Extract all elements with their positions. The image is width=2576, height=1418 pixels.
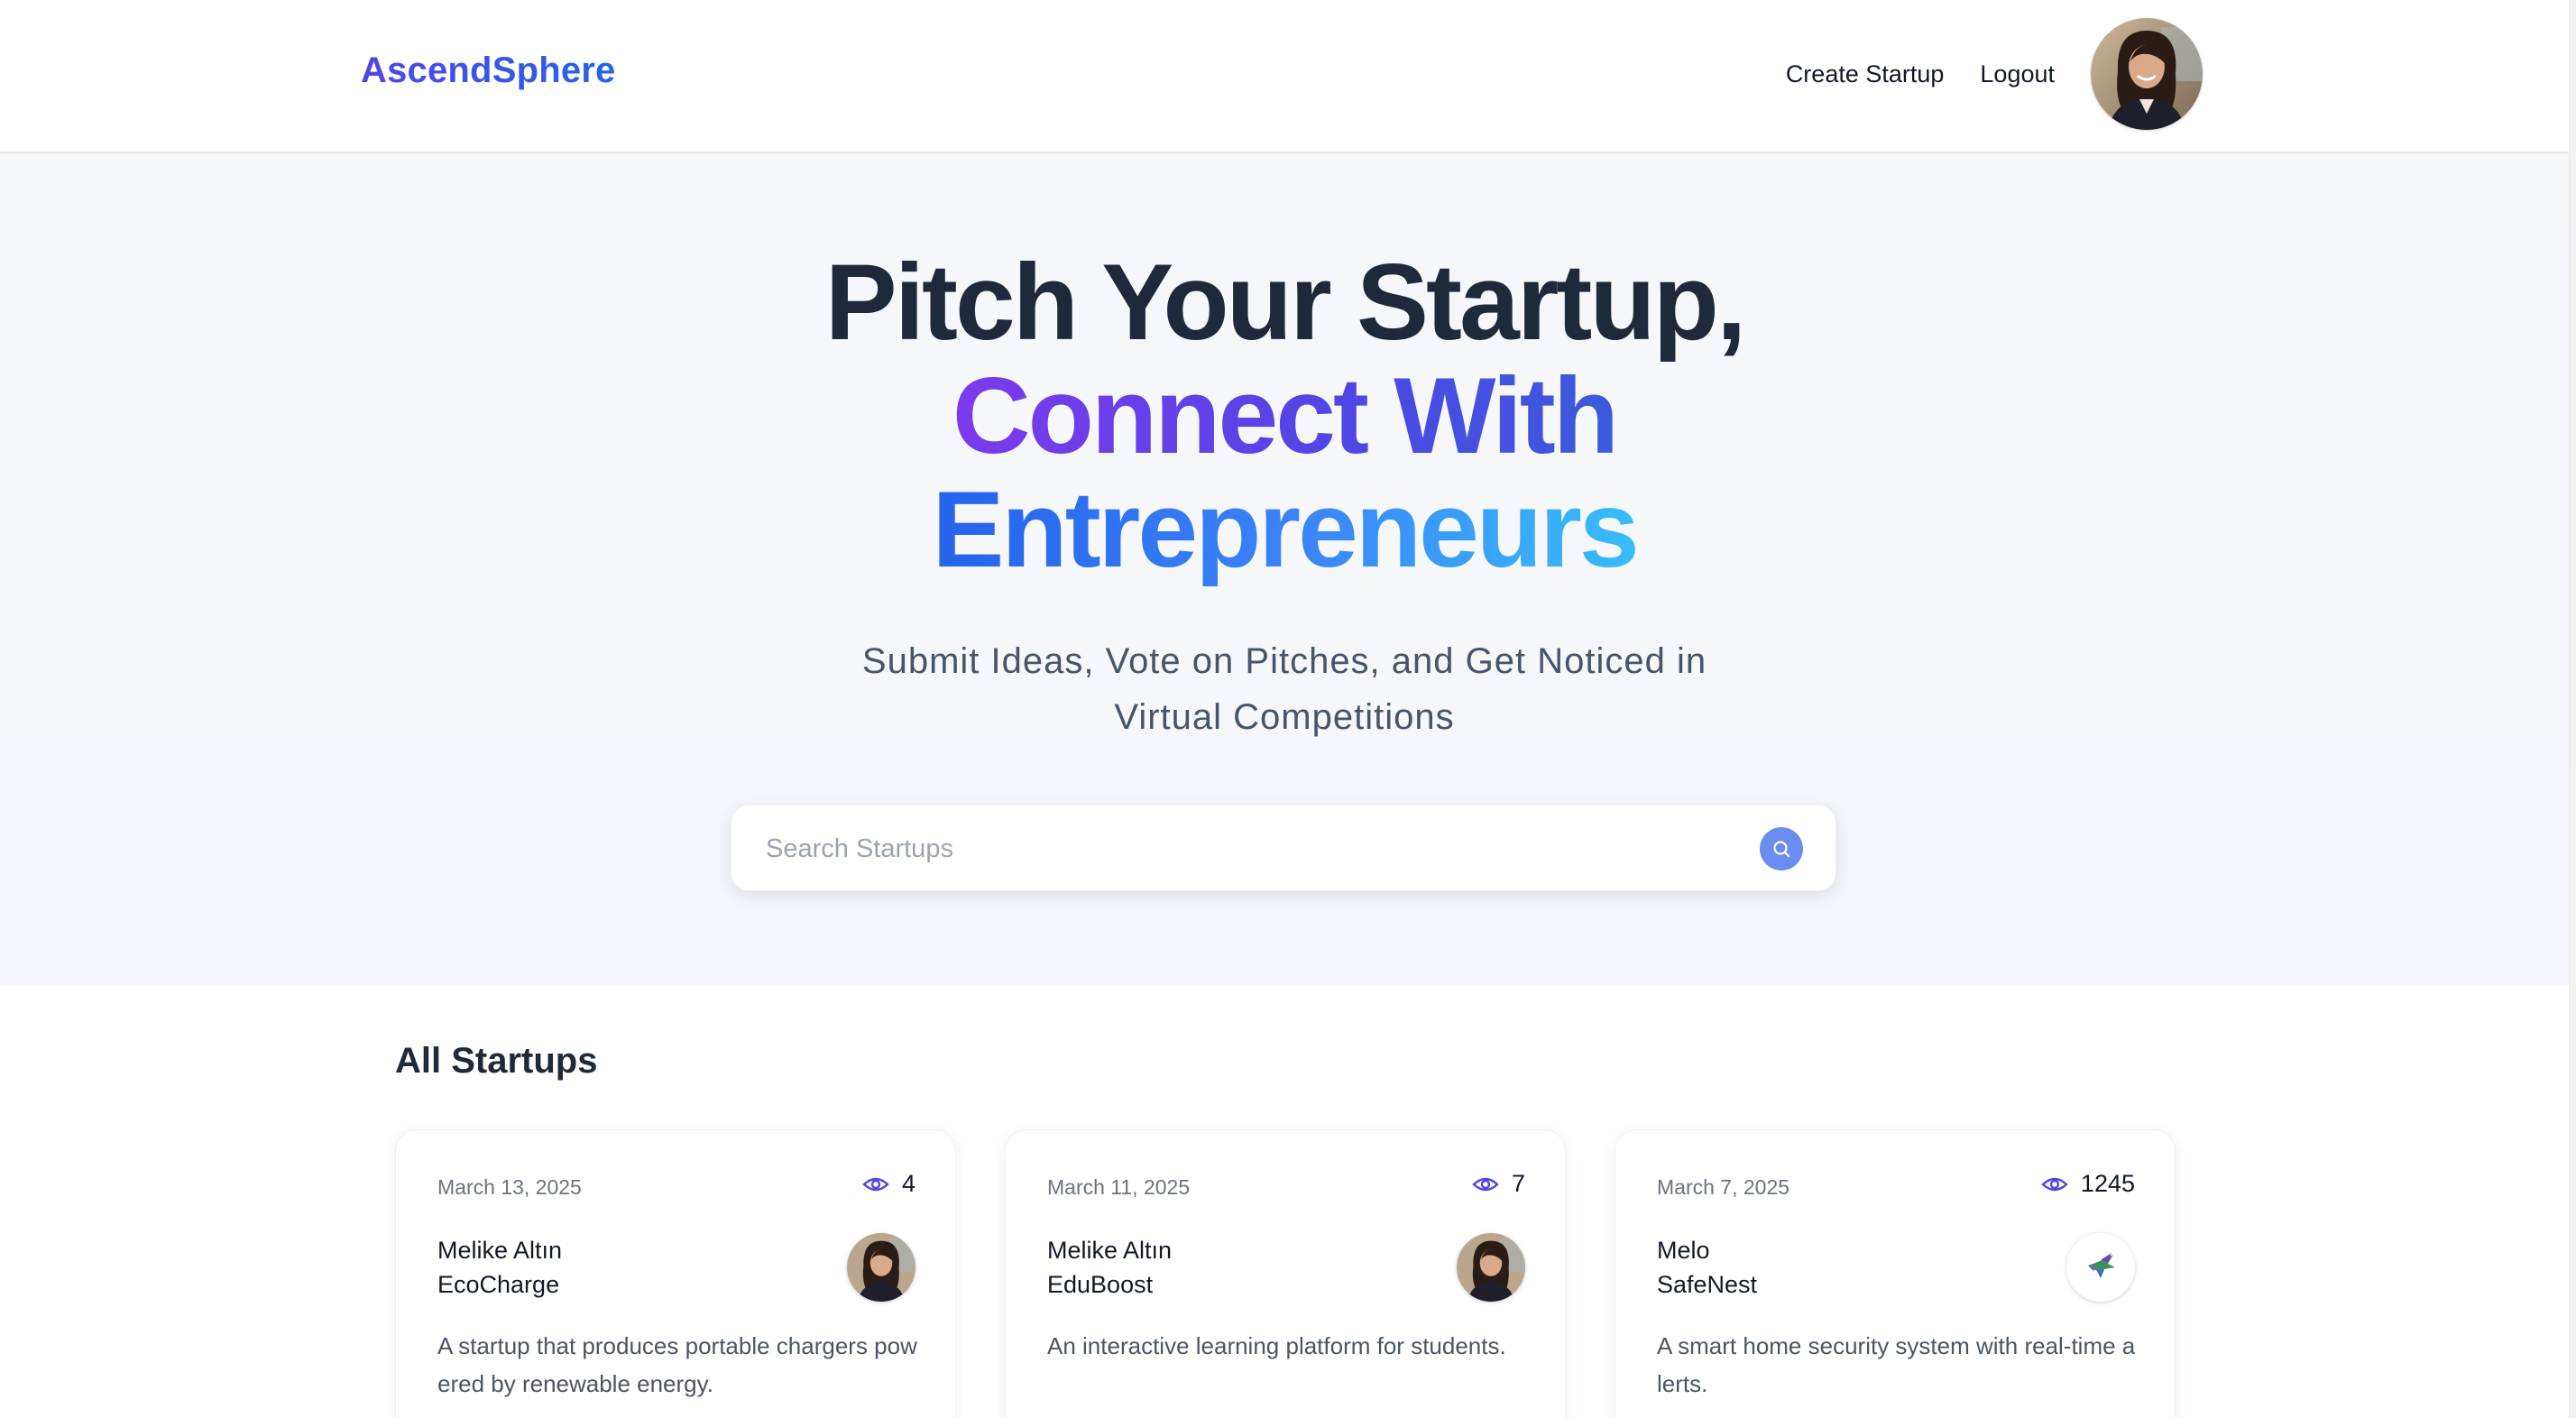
startup-card[interactable]: March 11, 2025 7 Melike Altın EduBoost A…: [1005, 1129, 1566, 1418]
user-avatar[interactable]: [2091, 18, 2203, 130]
card-description: An interactive learning platform for stu…: [1047, 1332, 1506, 1359]
card-author[interactable]: Melo: [1657, 1237, 1710, 1265]
card-views: 1245: [2041, 1170, 2135, 1198]
card-startup-name[interactable]: EduBoost: [1047, 1271, 1153, 1299]
hero-heading-line-3: Entrepreneurs: [932, 469, 1639, 590]
bird-logo-icon: [2066, 1233, 2135, 1302]
top-navbar: AscendSphere Create Startup Logout: [0, 0, 2569, 153]
search-bar: [731, 805, 1836, 891]
card-author-avatar[interactable]: [2066, 1233, 2135, 1302]
card-startup-name[interactable]: SafeNest: [1657, 1271, 1757, 1299]
page-scrollbar[interactable]: [2569, 0, 2576, 1418]
user-photo-icon: [847, 1233, 915, 1302]
card-date: March 7, 2025: [1657, 1175, 1790, 1199]
create-startup-link[interactable]: Create Startup: [1786, 60, 1945, 88]
card-date: March 13, 2025: [437, 1175, 582, 1199]
page: AscendSphere Create Startup Logout Pitch…: [0, 0, 2576, 1418]
hero-subtitle: Submit Ideas, Vote on Pitches, and Get N…: [861, 641, 1707, 737]
section-title: All Startups: [395, 1041, 598, 1081]
card-views: 4: [862, 1170, 915, 1198]
card-author[interactable]: Melike Altın: [1047, 1237, 1172, 1265]
logout-link[interactable]: Logout: [1980, 60, 2055, 88]
card-view-count: 4: [901, 1170, 915, 1197]
card-view-count: 1245: [2080, 1170, 2135, 1197]
brand-logo[interactable]: AscendSphere: [361, 51, 616, 91]
card-author-avatar[interactable]: [847, 1233, 915, 1302]
card-author[interactable]: Melike Altın: [437, 1237, 562, 1265]
hero-heading-line-1: Pitch Your Startup,: [824, 242, 1747, 363]
search-button[interactable]: [1760, 827, 1803, 870]
hero-heading: Pitch Your Startup, Connect With Entrepr…: [0, 245, 2569, 586]
startup-card[interactable]: March 7, 2025 1245 Melo SafeNest A smart…: [1615, 1129, 2176, 1418]
eye-icon: [1472, 1177, 1499, 1191]
card-description: A startup that produces portable charger…: [437, 1332, 917, 1397]
card-author-avatar[interactable]: [1457, 1233, 1525, 1302]
eye-icon: [2041, 1177, 2068, 1191]
startup-card[interactable]: March 13, 2025 4 Melike Altın EcoCharge …: [395, 1129, 956, 1418]
eye-icon: [862, 1177, 889, 1191]
card-startup-name[interactable]: EcoCharge: [437, 1271, 559, 1299]
hero-section: Pitch Your Startup, Connect With Entrepr…: [0, 155, 2569, 985]
card-description: A smart home security system with real-t…: [1657, 1332, 2136, 1397]
card-date: March 11, 2025: [1047, 1175, 1191, 1199]
search-input[interactable]: [766, 825, 1713, 872]
hero-heading-line-2: Connect With: [952, 355, 1619, 476]
card-views: 7: [1472, 1170, 1525, 1198]
card-view-count: 7: [1511, 1170, 1525, 1197]
user-photo-icon: [2091, 18, 2203, 130]
user-photo-icon: [1457, 1233, 1525, 1302]
search-icon: [1773, 841, 1790, 858]
nav-menu: Create Startup Logout: [1786, 18, 2203, 130]
